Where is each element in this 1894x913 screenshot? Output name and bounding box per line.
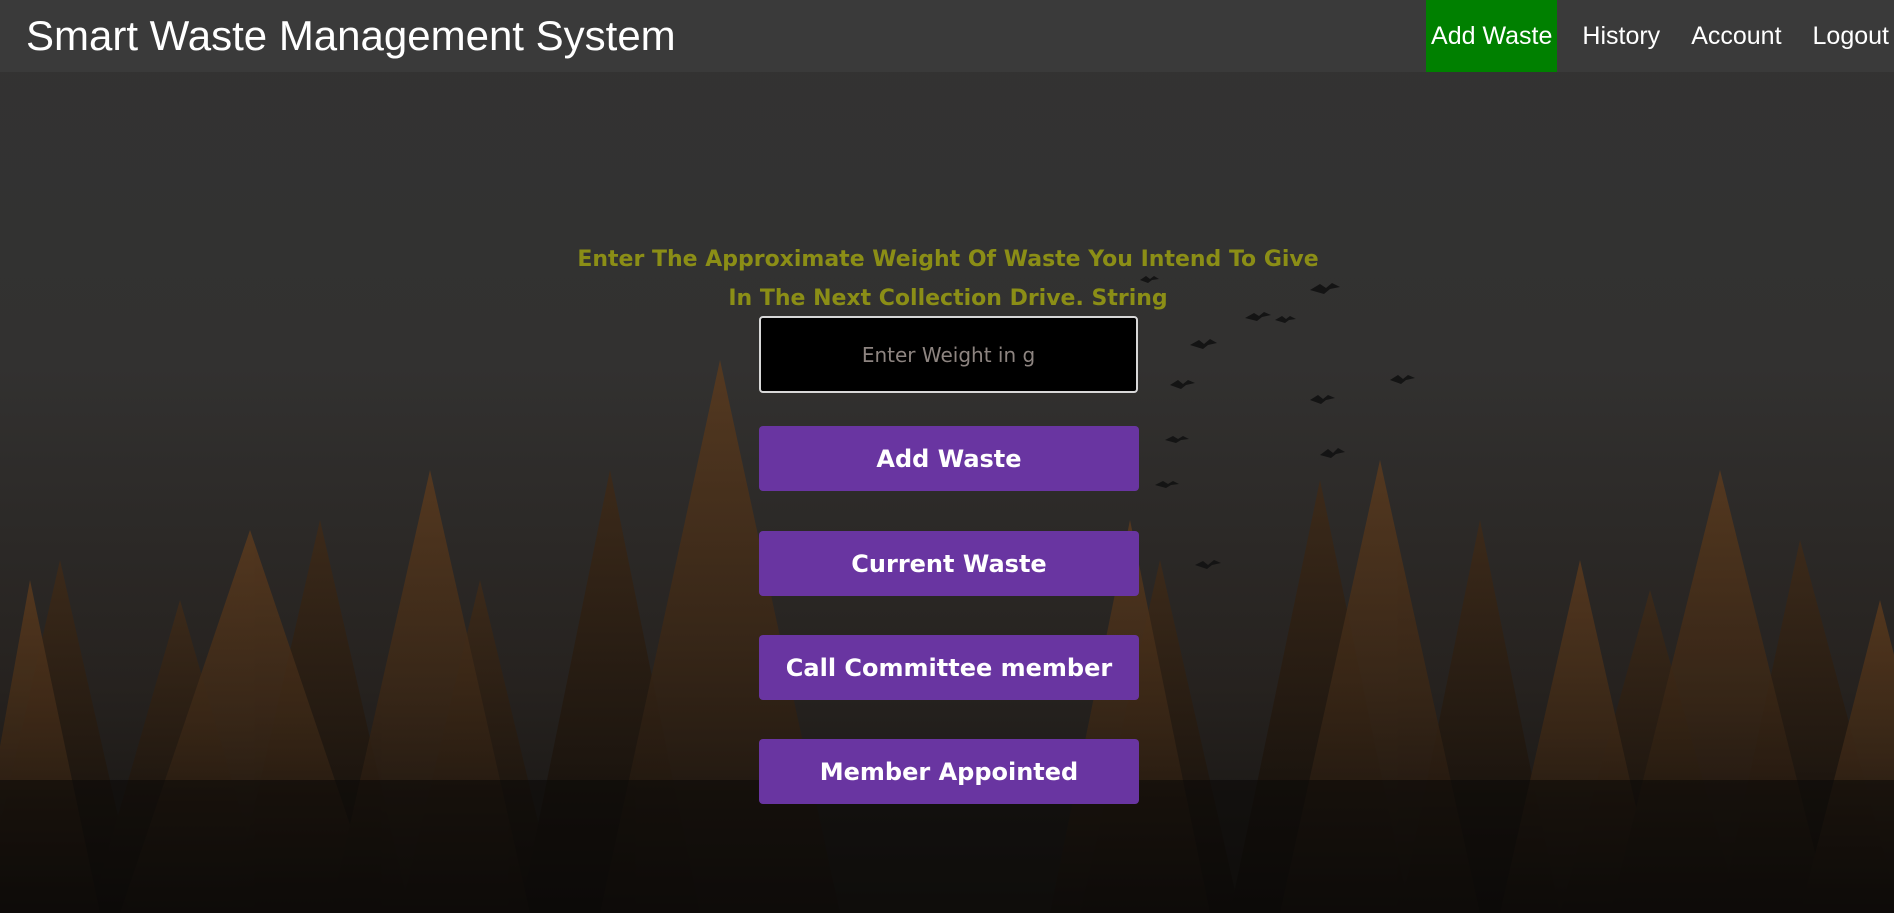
call-committee-member-button[interactable]: Call Committee member bbox=[759, 635, 1139, 700]
weight-prompt-line-1: Enter The Approximate Weight Of Waste Yo… bbox=[577, 247, 1319, 272]
member-appointed-button[interactable]: Member Appointed bbox=[759, 739, 1139, 804]
top-navigation-bar: Smart Waste Management System Add Waste … bbox=[0, 0, 1894, 72]
nav-item-account[interactable]: Account bbox=[1686, 0, 1786, 72]
nav-menu: Add Waste History Account Logout bbox=[1426, 0, 1894, 72]
site-title: Smart Waste Management System bbox=[26, 12, 676, 59]
nav-item-add-waste[interactable]: Add Waste bbox=[1426, 0, 1558, 72]
add-waste-button[interactable]: Add Waste bbox=[759, 426, 1139, 491]
nav-item-logout[interactable]: Logout bbox=[1808, 0, 1894, 72]
weight-prompt-line-2: In The Next Collection Drive. String bbox=[728, 286, 1168, 311]
weight-prompt: Enter The Approximate Weight Of Waste Yo… bbox=[548, 240, 1348, 318]
weight-input[interactable] bbox=[759, 316, 1138, 393]
current-waste-button[interactable]: Current Waste bbox=[759, 531, 1139, 596]
nav-item-history[interactable]: History bbox=[1577, 0, 1665, 72]
